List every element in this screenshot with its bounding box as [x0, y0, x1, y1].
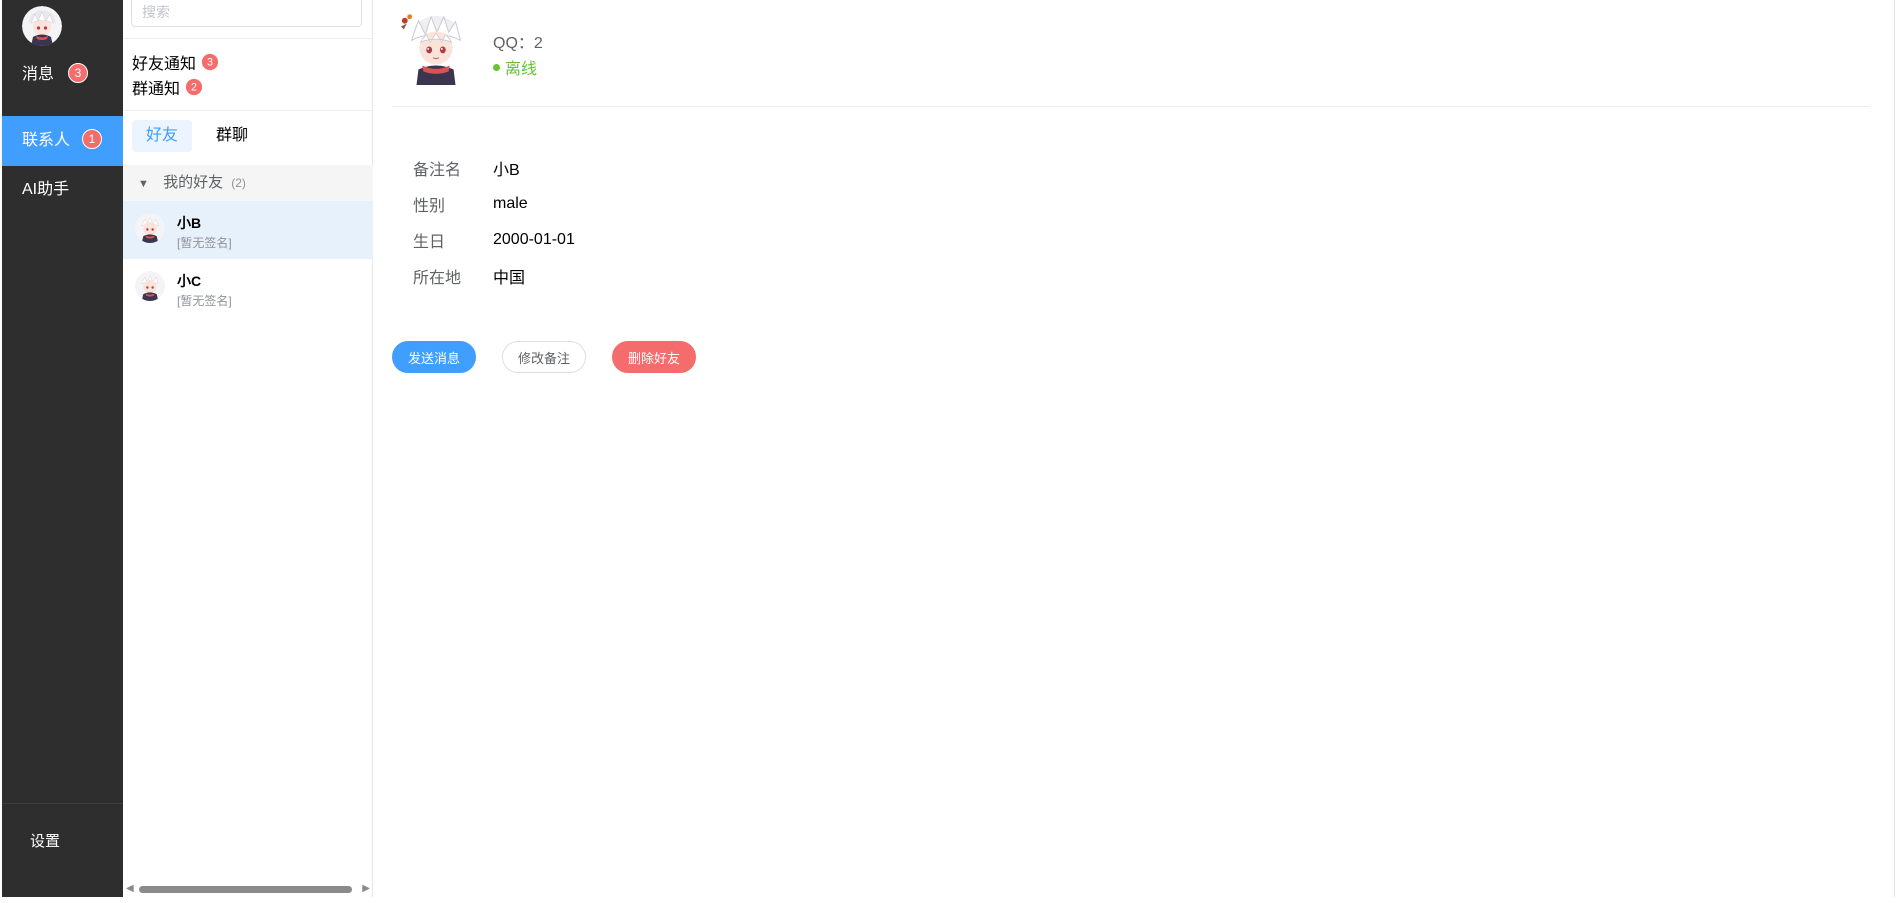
status-text: 离线: [505, 61, 538, 78]
divider: [123, 110, 373, 111]
user-avatar[interactable]: [22, 6, 62, 46]
friend-list-item[interactable]: 小C [暂无签名]: [123, 259, 373, 317]
send-message-button[interactable]: 发送消息: [392, 341, 477, 373]
edit-remark-button[interactable]: 修改备注: [502, 341, 587, 373]
info-value: 2000-01-01: [493, 231, 575, 248]
search-input[interactable]: [131, 0, 362, 27]
friend-avatar: [135, 213, 165, 243]
contact-detail-panel: QQ：2 离线 备注名 小B 性别 male 生日 2000-01-01 所在地…: [374, 0, 1903, 897]
info-label: 备注名: [413, 162, 462, 179]
nav-item-messages[interactable]: 消息 3: [2, 50, 123, 100]
group-notification-badge: 2: [185, 78, 204, 96]
group-notification-label: 群通知: [132, 81, 181, 98]
nav-item-contacts[interactable]: 联系人 1: [2, 116, 123, 166]
friend-notification-label: 好友通知: [132, 56, 197, 73]
sidebar-divider: [2, 803, 123, 804]
info-label: 生日: [413, 234, 446, 251]
divider: [123, 38, 373, 39]
group-notification[interactable]: 群通知 2: [132, 75, 204, 99]
info-row-birthday: 生日 2000-01-01: [413, 225, 575, 255]
scroll-right-icon[interactable]: ▶: [362, 883, 370, 894]
friend-notification-badge: 3: [201, 53, 220, 71]
delete-friend-button[interactable]: 删除好友: [612, 341, 697, 373]
right-border: [1894, 0, 1895, 897]
nav-item-ai-assistant[interactable]: AI助手: [2, 165, 123, 215]
info-value: 中国: [493, 270, 526, 287]
online-status: 离线: [493, 55, 537, 79]
friend-group-name: 我的好友: [163, 174, 224, 191]
nav-sidebar: 消息 3 联系人 1 AI助手 设置: [2, 0, 123, 897]
info-row-gender: 性别 male: [413, 189, 528, 219]
qq-number: QQ：2: [493, 35, 543, 52]
info-row-location: 所在地 中国: [413, 261, 525, 291]
detail-divider: [392, 106, 1870, 107]
unread-badge: 3: [68, 63, 88, 83]
contact-tabs: 好友 群聊: [132, 120, 262, 152]
contacts-panel: 好友通知 3 群通知 2 好友 群聊 ▼ 我的好友 (2): [123, 0, 373, 897]
unread-badge: 1: [82, 129, 102, 149]
nav-item-label: 消息: [22, 66, 55, 83]
friend-signature: [暂无签名]: [177, 236, 232, 250]
friend-group-count: (2): [231, 176, 246, 190]
nav-item-label: 联系人: [22, 132, 71, 149]
nav-item-label: AI助手: [22, 181, 70, 198]
info-label: 性别: [413, 198, 446, 215]
tab-friends[interactable]: 好友: [132, 120, 193, 152]
app-window: 消息 3 联系人 1 AI助手 设置 好友通知 3 群通知 2 好友 群聊: [0, 0, 1903, 903]
caret-down-icon: ▼: [138, 178, 149, 190]
settings-button[interactable]: 设置: [30, 830, 60, 851]
friend-list-item[interactable]: 小B [暂无签名]: [123, 201, 373, 259]
friend-notification[interactable]: 好友通知 3: [132, 50, 220, 74]
horizontal-scrollbar[interactable]: ◀ ▶: [123, 882, 373, 896]
friend-avatar: [135, 271, 165, 301]
scroll-left-icon[interactable]: ◀: [126, 883, 134, 894]
friend-signature: [暂无签名]: [177, 294, 232, 308]
friend-group-header[interactable]: ▼ 我的好友 (2): [123, 165, 373, 201]
tab-groups[interactable]: 群聊: [202, 120, 262, 152]
info-row-remark: 备注名 小B: [413, 153, 520, 183]
status-dot-icon: [493, 63, 500, 71]
friend-name: 小B: [177, 215, 202, 231]
scrollbar-thumb[interactable]: [139, 886, 352, 893]
info-value: 小B: [493, 162, 520, 179]
info-value: male: [493, 195, 528, 212]
friend-name: 小C: [177, 273, 202, 289]
info-label: 所在地: [413, 270, 462, 287]
contact-avatar: [397, 7, 475, 85]
